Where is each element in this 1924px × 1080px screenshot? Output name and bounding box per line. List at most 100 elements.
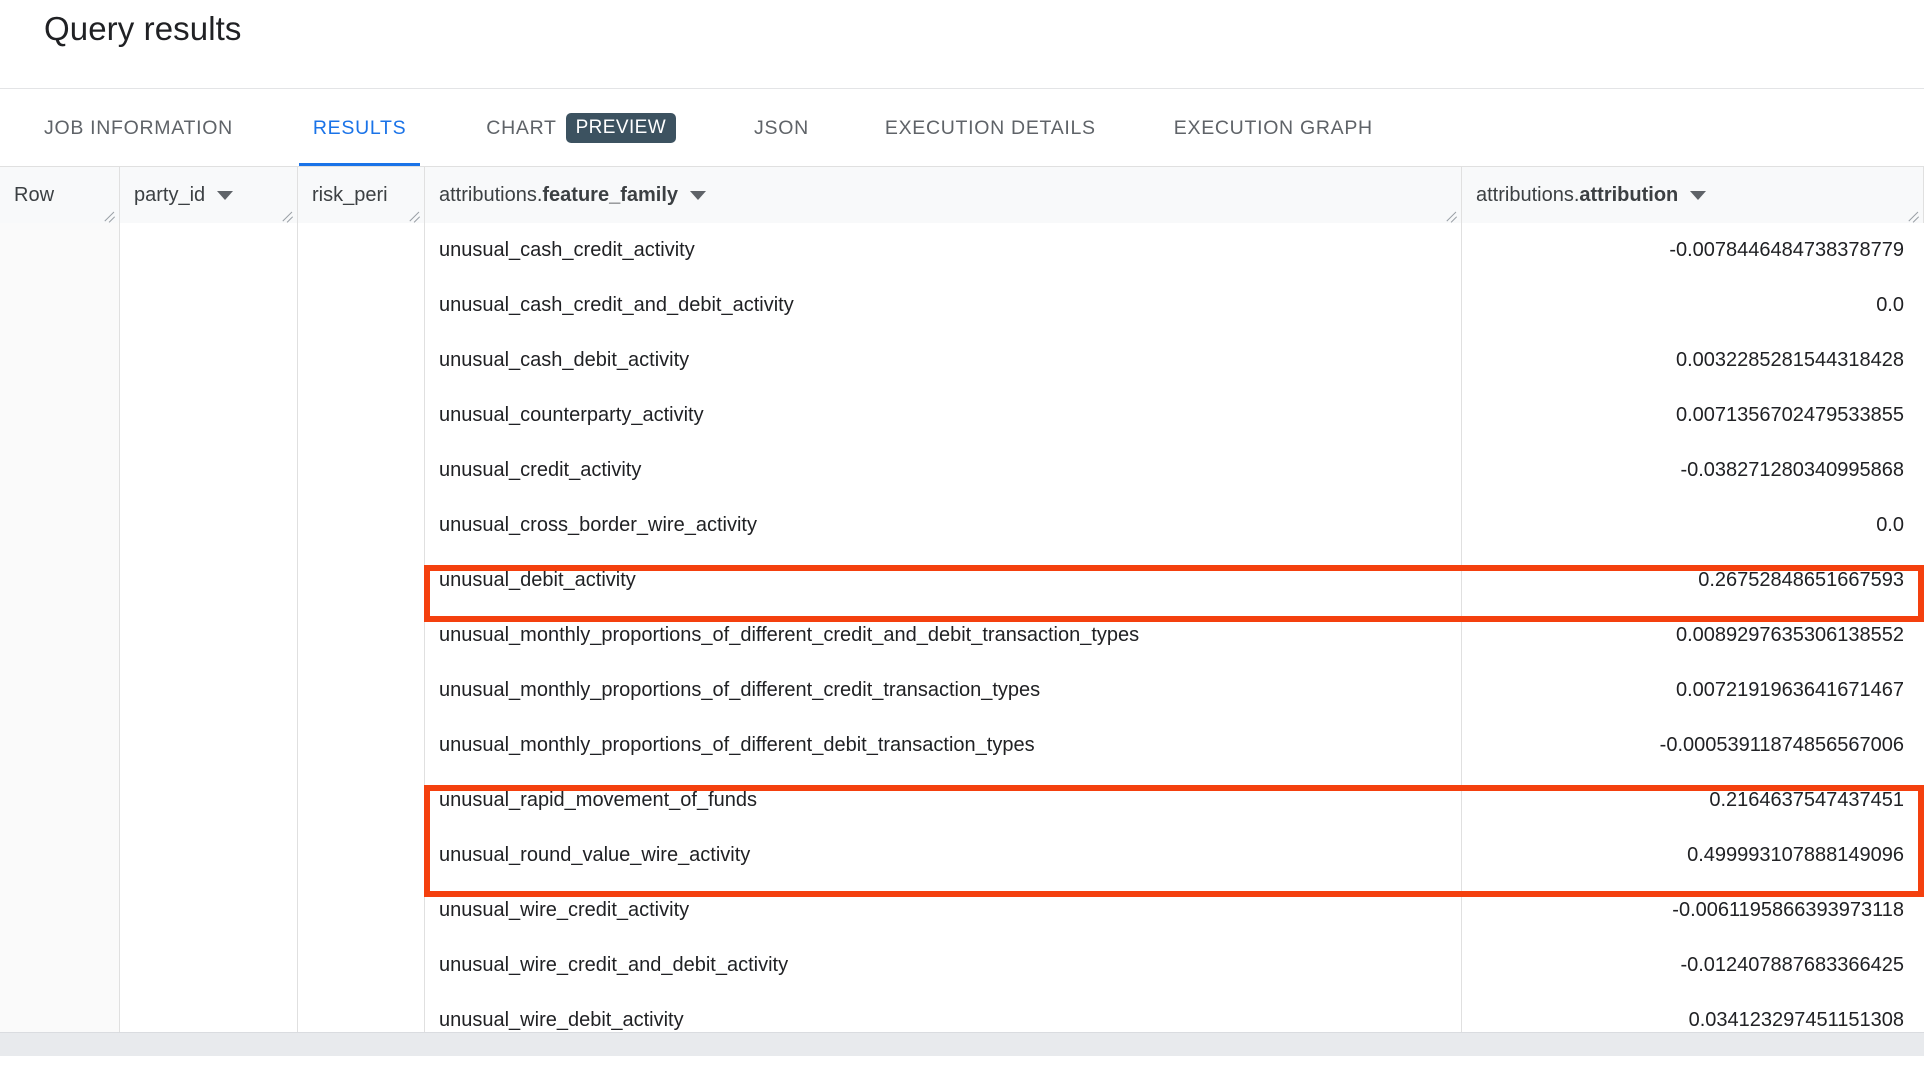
table-row: unusual_cash_credit_activity -0.007844648…: [0, 223, 1924, 278]
cell-row-number: [0, 498, 120, 553]
cell-row-number: [0, 773, 120, 828]
horizontal-scrollbar[interactable]: [0, 1032, 1924, 1056]
chevron-down-icon[interactable]: [217, 190, 234, 200]
cell-row-number: [0, 388, 120, 443]
tab-bar: JOB INFORMATION RESULTS CHART PREVIEW JS…: [0, 88, 1924, 167]
cell-party-id: [120, 498, 298, 553]
table-body: unusual_cash_credit_activity -0.007844648…: [0, 223, 1924, 1048]
cell-party-id: [120, 828, 298, 883]
cell-feature-family: unusual_debit_activity: [425, 553, 1462, 608]
chevron-down-icon[interactable]: [1690, 190, 1707, 200]
column-resize-grip-party-id[interactable]: [280, 207, 294, 221]
tab-job-information-label: JOB INFORMATION: [44, 116, 233, 139]
column-header-party-id-label: party_id: [134, 183, 206, 206]
column-header-party-id[interactable]: party_id: [120, 167, 298, 223]
cell-feature-family: unusual_cash_credit_and_debit_activity: [425, 278, 1462, 333]
cell-risk-period: [298, 608, 425, 663]
column-header-row[interactable]: Row: [0, 167, 120, 223]
cell-feature-family: unusual_rapid_movement_of_funds: [425, 773, 1462, 828]
cell-attribution: 0.0071356702479533855: [1462, 388, 1924, 443]
cell-attribution: 0.0: [1462, 278, 1924, 333]
tab-execution-graph[interactable]: EXECUTION GRAPH: [1160, 89, 1387, 167]
tab-json[interactable]: JSON: [740, 89, 823, 167]
cell-feature-family: unusual_cash_credit_activity: [425, 223, 1462, 278]
cell-risk-period: [298, 938, 425, 993]
column-resize-grip-row[interactable]: [102, 207, 116, 221]
cell-row-number: [0, 443, 120, 498]
cell-attribution: -0.00053911874856567006: [1462, 718, 1924, 773]
cell-feature-family: unusual_monthly_proportions_of_different…: [425, 663, 1462, 718]
cell-party-id: [120, 278, 298, 333]
column-resize-grip-risk-period[interactable]: [407, 207, 421, 221]
cell-party-id: [120, 938, 298, 993]
tab-execution-details-label: EXECUTION DETAILS: [884, 116, 1096, 139]
tab-job-information[interactable]: JOB INFORMATION: [30, 89, 247, 167]
column-header-risk-period[interactable]: risk_peri: [298, 167, 425, 223]
column-header-feature-family[interactable]: attributions. feature_family: [425, 167, 1462, 223]
cell-attribution: -0.0061195866393973118: [1462, 883, 1924, 938]
cell-risk-period: [298, 223, 425, 278]
cell-party-id: [120, 883, 298, 938]
column-header-attribution[interactable]: attributions. attribution: [1462, 167, 1924, 223]
column-header-feature-family-field: feature_family: [542, 183, 679, 206]
table-row: unusual_rapid_movement_of_funds 0.2164637…: [0, 773, 1924, 828]
cell-feature-family: unusual_monthly_proportions_of_different…: [425, 718, 1462, 773]
tab-json-label: JSON: [754, 116, 809, 139]
column-header-feature-family-prefix: attributions.: [439, 183, 543, 206]
tab-results[interactable]: RESULTS: [298, 89, 421, 167]
table-row: unusual_monthly_proportions_of_different…: [0, 608, 1924, 663]
column-header-attribution-prefix: attributions.: [1476, 183, 1580, 206]
cell-attribution: -0.038271280340995868: [1462, 443, 1924, 498]
tab-execution-graph-label: EXECUTION GRAPH: [1173, 116, 1373, 139]
cell-risk-period: [298, 443, 425, 498]
column-resize-grip-attribution[interactable]: [1906, 207, 1920, 221]
table-row: unusual_round_value_wire_activity 0.49999…: [0, 828, 1924, 883]
table-row: unusual_monthly_proportions_of_different…: [0, 718, 1924, 773]
column-header-attribution-field: attribution: [1579, 183, 1679, 206]
cell-risk-period: [298, 553, 425, 608]
column-header-risk-period-label: risk_peri: [312, 183, 388, 206]
cell-row-number: [0, 553, 120, 608]
cell-risk-period: [298, 388, 425, 443]
cell-row-number: [0, 223, 120, 278]
cell-party-id: [120, 223, 298, 278]
tab-list: JOB INFORMATION RESULTS CHART PREVIEW JS…: [0, 89, 1387, 167]
column-header-row-label: Row: [14, 183, 55, 206]
cell-risk-period: [298, 278, 425, 333]
cell-party-id: [120, 553, 298, 608]
cell-attribution: 0.0072191963641671467: [1462, 663, 1924, 718]
query-results-panel: Query results JOB INFORMATION RESULTS CH…: [0, 0, 1924, 1080]
cell-row-number: [0, 278, 120, 333]
cell-risk-period: [298, 883, 425, 938]
cell-feature-family: unusual_wire_credit_activity: [425, 883, 1462, 938]
cell-party-id: [120, 388, 298, 443]
cell-party-id: [120, 608, 298, 663]
cell-risk-period: [298, 828, 425, 883]
table-row: unusual_cash_credit_and_debit_activity 0.…: [0, 278, 1924, 333]
cell-attribution: -0.012407887683366425: [1462, 938, 1924, 993]
tab-chart[interactable]: CHART PREVIEW: [472, 89, 690, 167]
table-row: unusual_wire_credit_activity -0.006119586…: [0, 883, 1924, 938]
cell-party-id: [120, 773, 298, 828]
cell-attribution: 0.499993107888149096: [1462, 828, 1924, 883]
cell-risk-period: [298, 718, 425, 773]
column-resize-grip-feature-family[interactable]: [1444, 207, 1458, 221]
table-row: unusual_monthly_proportions_of_different…: [0, 663, 1924, 718]
cell-risk-period: [298, 333, 425, 388]
cell-risk-period: [298, 663, 425, 718]
table-row: unusual_cash_debit_activity 0.00322852815…: [0, 333, 1924, 388]
cell-feature-family: unusual_cross_border_wire_activity: [425, 498, 1462, 553]
cell-row-number: [0, 333, 120, 388]
cell-row-number: [0, 663, 120, 718]
cell-risk-period: [298, 498, 425, 553]
cell-row-number: [0, 828, 120, 883]
cell-attribution: 0.0032285281544318428: [1462, 333, 1924, 388]
cell-risk-period: [298, 773, 425, 828]
cell-attribution: -0.0078446484738378779: [1462, 223, 1924, 278]
tab-execution-details[interactable]: EXECUTION DETAILS: [871, 89, 1110, 167]
table-row: unusual_wire_credit_and_debit_activity -0…: [0, 938, 1924, 993]
page-title: Query results: [44, 10, 242, 47]
chevron-down-icon[interactable]: [690, 190, 707, 200]
tab-chart-label: CHART: [486, 116, 557, 139]
cell-row-number: [0, 938, 120, 993]
